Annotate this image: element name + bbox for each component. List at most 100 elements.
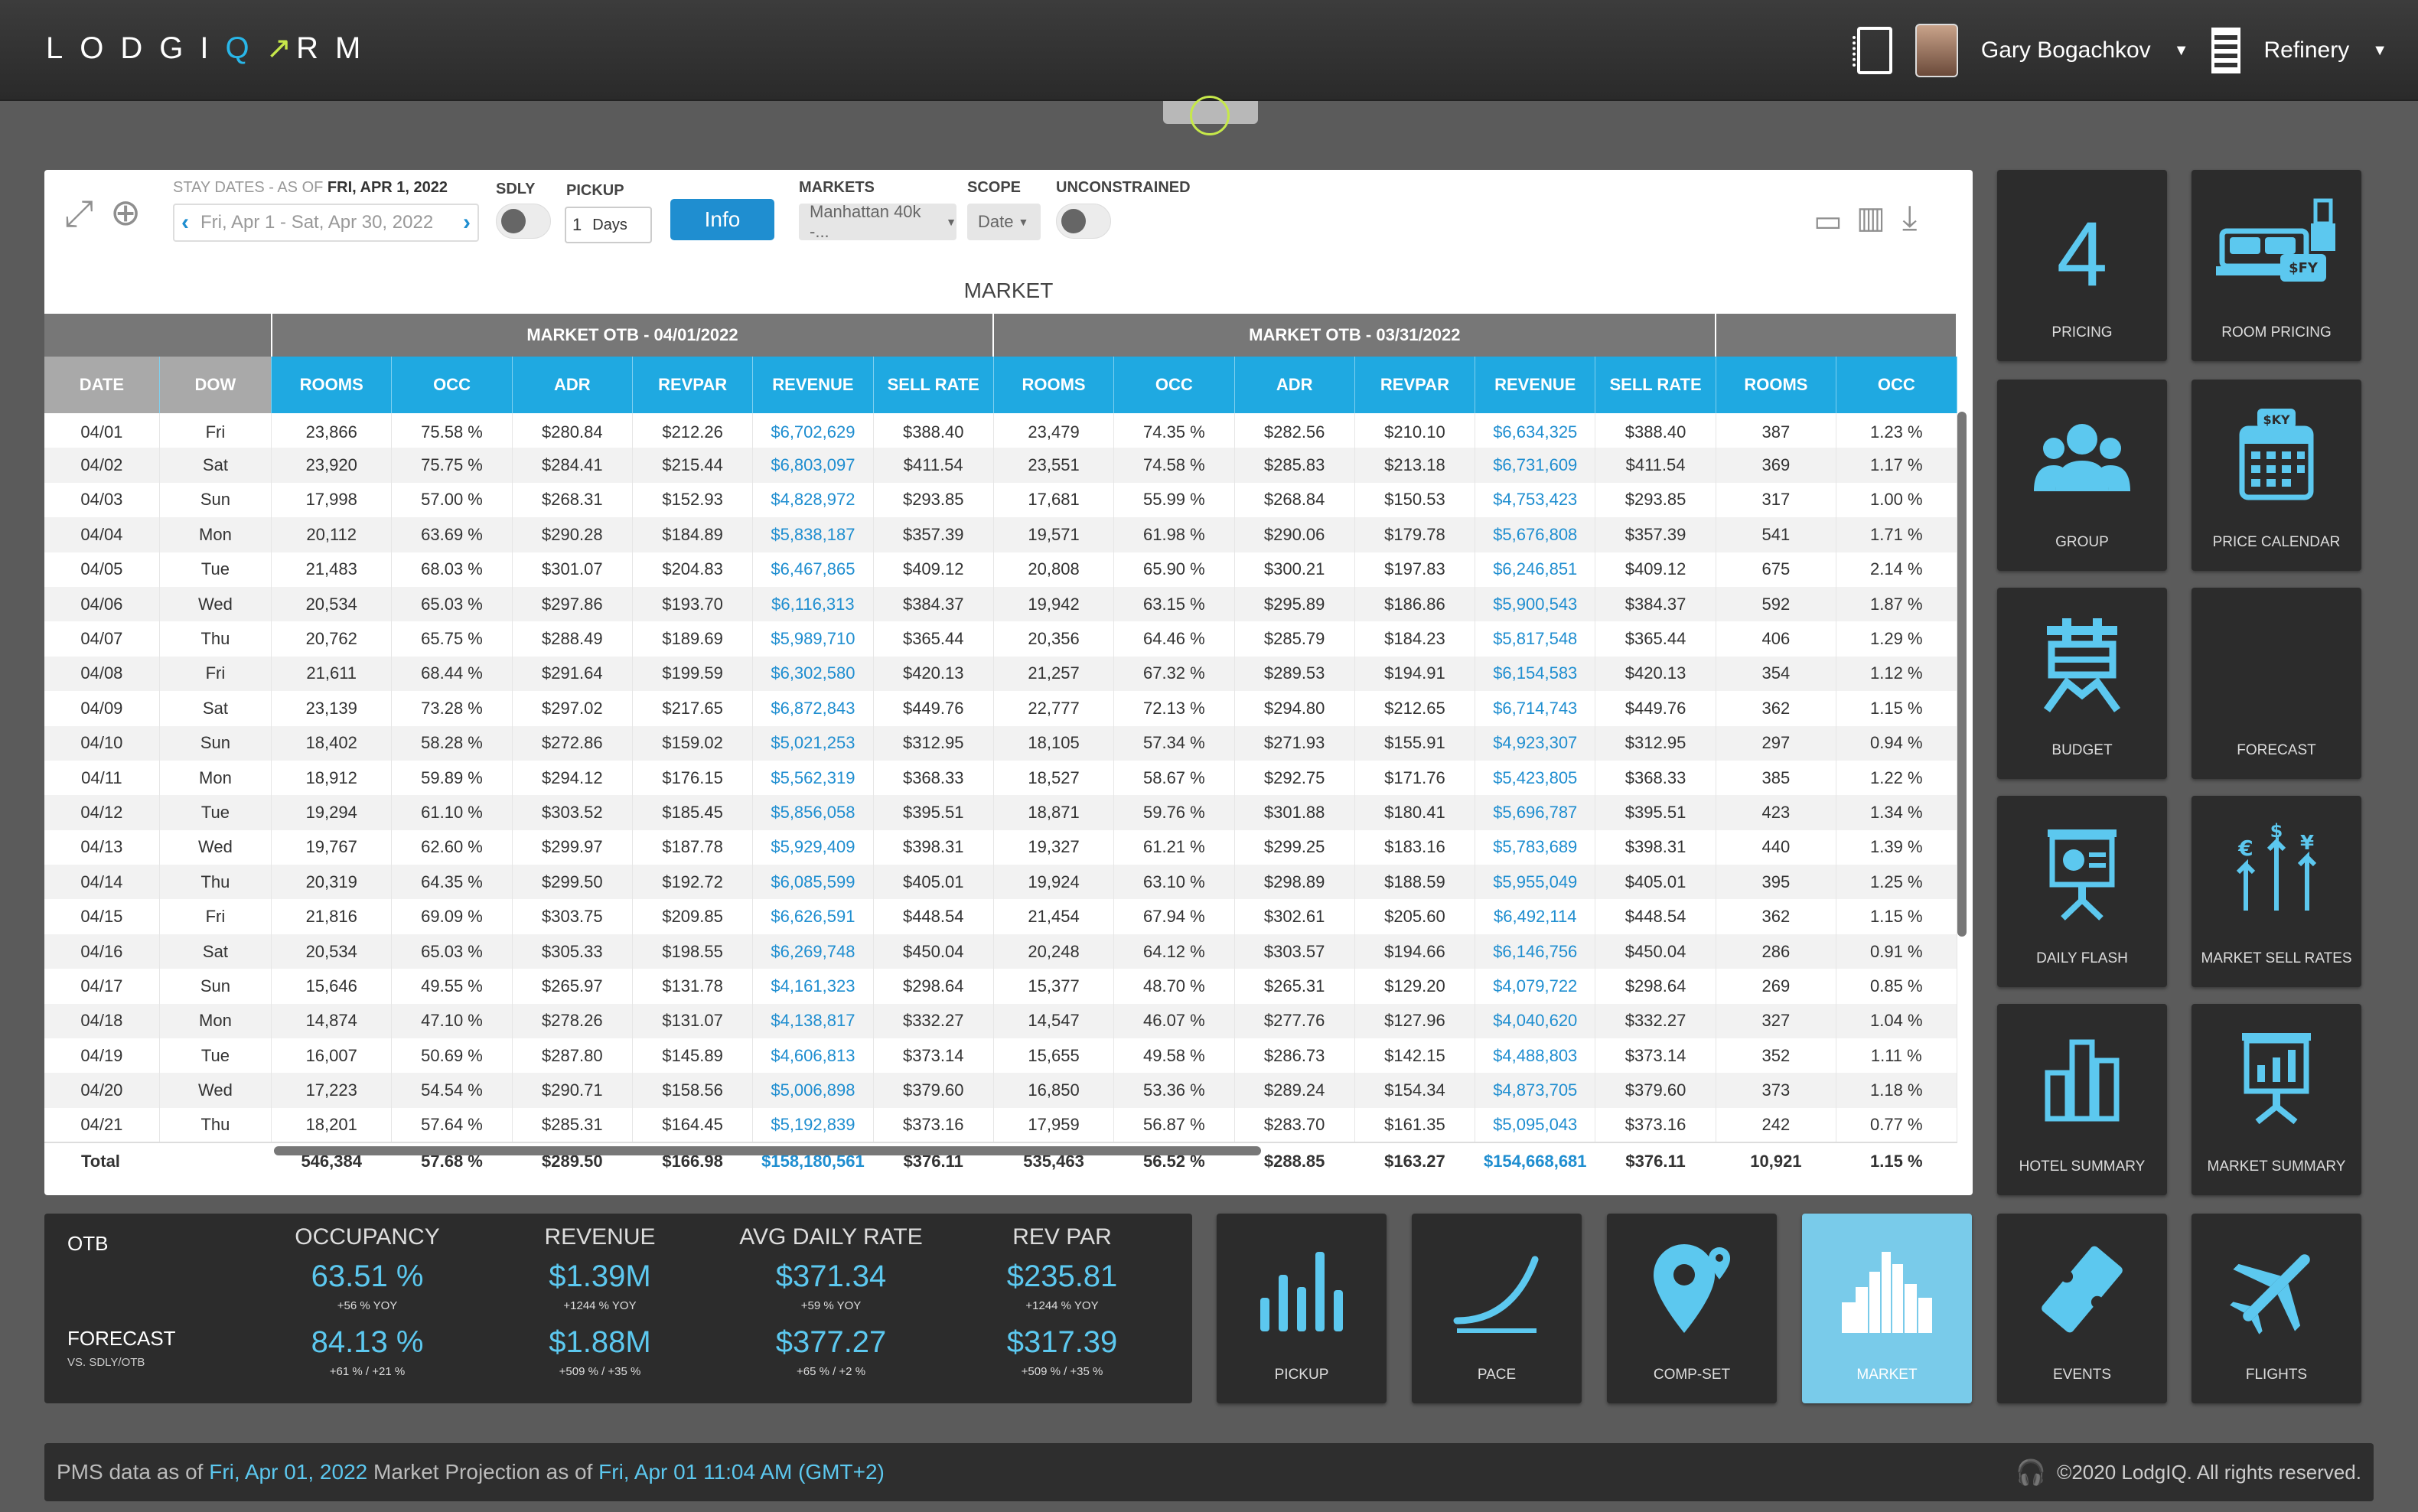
revenue-link[interactable]: $5,989,710 — [752, 621, 874, 657]
revenue-link[interactable]: $6,714,743 — [1475, 691, 1596, 726]
revenue-link[interactable]: $6,467,865 — [752, 552, 874, 587]
revenue-link[interactable]: $5,192,839 — [752, 1107, 874, 1143]
revenue-link[interactable]: $4,828,972 — [752, 482, 874, 518]
revenue-link[interactable]: $5,955,049 — [1475, 865, 1596, 900]
property-name[interactable]: Refinery — [2263, 37, 2349, 64]
tile-pricing[interactable]: 4 PRICING — [1997, 170, 2167, 361]
column-header[interactable]: DATE — [44, 357, 160, 413]
revenue-link[interactable]: $5,095,043 — [1475, 1107, 1596, 1143]
revenue-link[interactable]: $6,626,591 — [752, 899, 874, 934]
revenue-link[interactable]: $5,929,409 — [752, 829, 874, 865]
notebook-icon[interactable] — [1852, 27, 1892, 74]
revenue-link[interactable]: $6,146,756 — [1475, 934, 1596, 969]
tile-market[interactable]: MARKET — [1802, 1214, 1972, 1403]
tile-flights[interactable]: FLIGHTS — [2192, 1214, 2361, 1403]
tile-room-pricing[interactable]: $FY ROOM PRICING — [2192, 170, 2361, 361]
table-row[interactable]: 04/15 Fri 21,816 69.09 % $303.75 $209.85 $6,62… — [44, 899, 1957, 934]
tile-pace[interactable]: PACE — [1412, 1214, 1582, 1403]
revenue-link[interactable]: $4,923,307 — [1475, 725, 1596, 761]
info-button[interactable]: Info — [670, 199, 774, 240]
column-header[interactable]: ROOMS — [993, 357, 1115, 413]
vertical-scrollbar[interactable] — [1957, 412, 1967, 937]
tile-comp-set[interactable]: COMP-SET — [1607, 1214, 1777, 1403]
column-header[interactable]: REVPAR — [632, 357, 754, 413]
prev-range-icon[interactable]: ‹ — [174, 210, 196, 236]
table-row[interactable]: 04/21 Thu 18,201 57.64 % $285.31 $164.45 $5,19… — [44, 1107, 1957, 1143]
revenue-link[interactable]: $5,676,808 — [1475, 517, 1596, 552]
revenue-link[interactable]: $5,696,787 — [1475, 795, 1596, 830]
table-row[interactable]: 04/19 Tue 16,007 50.69 % $287.80 $145.89 $4,60… — [44, 1038, 1957, 1074]
table-row[interactable]: 04/04 Mon 20,112 63.69 % $290.28 $184.89 $5,83… — [44, 517, 1957, 552]
bar-chart-icon[interactable]: ▥ — [1856, 200, 1885, 236]
revenue-link[interactable]: $5,562,319 — [752, 760, 874, 796]
revenue-link[interactable]: $6,302,580 — [752, 656, 874, 692]
tile-forecast[interactable]: FORECAST — [2192, 588, 2361, 779]
tile-price-calendar[interactable]: $KY PRICE CALENDAR — [2192, 380, 2361, 571]
revenue-link[interactable]: $5,423,805 — [1475, 760, 1596, 796]
date-range-picker[interactable]: ‹ Fri, Apr 1 - Sat, Apr 30, 2022 › — [173, 204, 479, 242]
column-header[interactable]: OCC — [1113, 357, 1235, 413]
download-icon[interactable]: ⤓ — [1902, 199, 1917, 237]
sdly-toggle[interactable] — [496, 204, 551, 239]
horizontal-scrollbar[interactable] — [274, 1146, 1261, 1155]
comment-icon[interactable]: ▭ — [1814, 204, 1843, 239]
column-header[interactable]: ADR — [512, 357, 633, 413]
column-header[interactable]: SELL RATE — [1595, 357, 1716, 413]
revenue-link[interactable]: $4,040,620 — [1475, 1003, 1596, 1039]
column-header[interactable]: REVENUE — [1475, 357, 1596, 413]
tile-market-sell-rates[interactable]: € $ ¥ MARKET SELL RATES — [2192, 796, 2361, 987]
revenue-link[interactable]: $5,783,689 — [1475, 829, 1596, 865]
unconstrained-toggle[interactable] — [1056, 204, 1111, 239]
table-row[interactable]: 04/05 Tue 21,483 68.03 % $301.07 $204.83 $6,46… — [44, 552, 1957, 587]
revenue-link[interactable]: $5,838,187 — [752, 517, 874, 552]
markets-select[interactable]: Manhattan 40k -... ▼ — [799, 202, 956, 241]
table-row[interactable]: 04/08 Fri 21,611 68.44 % $291.64 $199.59 $6,30… — [44, 656, 1957, 692]
revenue-link[interactable]: $4,161,323 — [752, 969, 874, 1004]
expand-icon[interactable]: ⤢ — [64, 193, 93, 236]
table-row[interactable]: 04/06 Wed 20,534 65.03 % $297.86 $193.70 $6,11… — [44, 586, 1957, 622]
column-header[interactable]: SELL RATE — [873, 357, 994, 413]
revenue-link[interactable]: $5,900,543 — [1475, 586, 1596, 622]
table-row[interactable]: 04/01 Fri 23,866 75.58 % $280.84 $212.26 $6,70… — [44, 413, 1957, 448]
revenue-link[interactable]: $6,154,583 — [1475, 656, 1596, 692]
table-row[interactable]: 04/13 Wed 19,767 62.60 % $299.97 $187.78 $5,92… — [44, 829, 1957, 865]
table-row[interactable]: 04/20 Wed 17,223 54.54 % $290.71 $158.56 $5,00… — [44, 1073, 1957, 1108]
pickup-days-input[interactable]: 1 Days — [565, 207, 652, 243]
table-row[interactable]: 04/10 Sun 18,402 58.28 % $272.86 $159.02 $5,02… — [44, 725, 1957, 761]
revenue-link[interactable]: $6,803,097 — [752, 448, 874, 483]
property-caret-icon[interactable]: ▼ — [2372, 42, 2387, 60]
column-header[interactable]: ROOMS — [1716, 357, 1837, 413]
column-header[interactable]: REVPAR — [1354, 357, 1476, 413]
headset-icon[interactable]: 🎧 — [2016, 1458, 2046, 1487]
next-range-icon[interactable]: › — [456, 210, 477, 236]
revenue-link[interactable]: $5,021,253 — [752, 725, 874, 761]
revenue-link[interactable]: $6,492,114 — [1475, 899, 1596, 934]
column-header[interactable]: ADR — [1234, 357, 1355, 413]
column-header[interactable]: DOW — [159, 357, 272, 413]
revenue-link[interactable]: $4,873,705 — [1475, 1073, 1596, 1108]
lodgiq-logo[interactable]: LODGIQ↗ RM — [46, 31, 377, 66]
revenue-link[interactable]: $5,856,058 — [752, 795, 874, 830]
revenue-link[interactable]: $6,634,325 — [1475, 413, 1596, 448]
tile-pickup[interactable]: PICKUP — [1217, 1214, 1387, 1403]
revenue-link[interactable]: $4,079,722 — [1475, 969, 1596, 1004]
user-caret-icon[interactable]: ▼ — [2174, 42, 2189, 60]
user-name[interactable]: Gary Bogachkov — [1981, 37, 2151, 64]
tile-group[interactable]: GROUP — [1997, 380, 2167, 571]
table-row[interactable]: 04/07 Thu 20,762 65.75 % $288.49 $189.69 $5,98… — [44, 621, 1957, 657]
table-row[interactable]: 04/09 Sat 23,139 73.28 % $297.02 $217.65 $6,87… — [44, 691, 1957, 726]
tile-daily-flash[interactable]: DAILY FLASH — [1997, 796, 2167, 987]
revenue-link[interactable]: $6,731,609 — [1475, 448, 1596, 483]
revenue-link[interactable]: $4,138,817 — [752, 1003, 874, 1039]
table-row[interactable]: 04/03 Sun 17,998 57.00 % $268.31 $152.93 $4,82… — [44, 482, 1957, 518]
revenue-link[interactable]: $6,246,851 — [1475, 552, 1596, 587]
revenue-link[interactable]: $4,606,813 — [752, 1038, 874, 1074]
column-header[interactable]: REVENUE — [752, 357, 874, 413]
revenue-link[interactable]: $4,488,803 — [1475, 1038, 1596, 1074]
revenue-link[interactable]: $4,753,423 — [1475, 482, 1596, 518]
revenue-link[interactable]: $5,006,898 — [752, 1073, 874, 1108]
tile-events[interactable]: EVENTS — [1997, 1214, 2167, 1403]
column-header[interactable]: OCC — [391, 357, 513, 413]
table-row[interactable]: 04/16 Sat 20,534 65.03 % $305.33 $198.55 $6,26… — [44, 934, 1957, 969]
revenue-link[interactable]: $5,817,548 — [1475, 621, 1596, 657]
